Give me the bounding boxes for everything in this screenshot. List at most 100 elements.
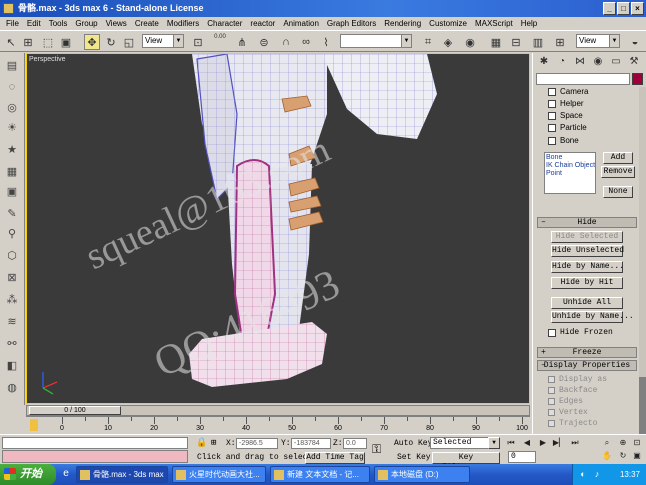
camera-icon[interactable]: ◧ xyxy=(4,357,20,373)
start-button[interactable]: 开始 xyxy=(0,464,56,485)
y-coord-field[interactable]: -183784 xyxy=(291,438,331,449)
display-properties-rollout[interactable]: – Display Properties xyxy=(537,360,637,371)
task-3dsmax[interactable]: 骨骼.max - 3ds max xyxy=(76,466,168,483)
tray-icon[interactable]: ◐ xyxy=(577,468,589,480)
menu-create[interactable]: Create xyxy=(131,17,163,30)
cube-icon[interactable]: ▦ xyxy=(4,163,20,179)
hierarchy-tab-icon[interactable]: ⋈ xyxy=(573,55,587,69)
menu-reactor[interactable]: reactor xyxy=(246,17,279,30)
render-last-icon[interactable]: ▥ xyxy=(530,34,546,50)
modify-tab-icon[interactable]: ◔ xyxy=(555,55,569,69)
menu-edit[interactable]: Edit xyxy=(23,17,45,30)
task-browser[interactable]: 火星时代动画大社... xyxy=(172,466,266,483)
check-space[interactable]: Space xyxy=(548,111,583,120)
check-bone[interactable]: Bone xyxy=(548,136,579,145)
curve-editor-icon[interactable]: ⌗ xyxy=(420,34,436,50)
zoom-icon[interactable]: ⌕ xyxy=(600,437,614,449)
key-filters-button[interactable]: Key Filters... xyxy=(432,452,500,472)
chevron-down-icon[interactable]: ▼ xyxy=(488,437,500,449)
trajectory-check[interactable]: Trajecto xyxy=(548,419,597,428)
checkbox[interactable] xyxy=(548,87,556,96)
move-icon[interactable]: ✥ xyxy=(84,34,100,50)
menu-graph-editors[interactable]: Graph Editors xyxy=(323,17,380,30)
tube-icon[interactable]: ⚲ xyxy=(4,225,20,241)
object-paint-icon[interactable]: ▤ xyxy=(4,57,20,73)
motion-tab-icon[interactable]: ◉ xyxy=(591,55,605,69)
magnet-icon[interactable]: ∩ xyxy=(278,34,294,50)
lock-icon[interactable]: 🔒 xyxy=(196,438,207,448)
select-by-name-icon[interactable]: ⊞ xyxy=(20,34,36,50)
checkbox[interactable] xyxy=(548,420,555,427)
checkbox[interactable] xyxy=(548,111,556,120)
vertex-ticks-check[interactable]: Vertex xyxy=(548,408,588,417)
mirror-icon[interactable]: ⋔ xyxy=(234,34,250,50)
check-camera[interactable]: Camera xyxy=(548,87,588,96)
time-slider-thumb[interactable]: 0 / 100 xyxy=(29,406,121,415)
menu-help[interactable]: Help xyxy=(517,17,541,30)
unhide-by-name-button[interactable]: Unhide by Name... xyxy=(551,311,634,323)
bone-icon[interactable]: ⚯ xyxy=(4,335,20,351)
maximize-viewport-icon[interactable]: ▣ xyxy=(630,450,644,462)
volume-icon[interactable]: ♪ xyxy=(591,468,603,480)
list-item[interactable]: Bone xyxy=(546,154,594,162)
hide-selected-button[interactable]: Hide Selected xyxy=(551,231,623,243)
arc-rotate-icon[interactable]: ↻ xyxy=(616,450,630,462)
window-crossing-icon[interactable]: ▣ xyxy=(58,34,74,50)
region-select-icon[interactable]: ⬚ xyxy=(40,34,56,50)
title-bar[interactable]: 骨骼.max - 3ds max 6 - Stand-alone License… xyxy=(0,0,646,17)
close-button[interactable]: × xyxy=(631,2,644,15)
track-bar[interactable]: 0 10 20 30 40 50 60 70 80 90 100 xyxy=(26,416,530,434)
light-icon[interactable]: ☀ xyxy=(4,119,20,135)
maxscript-listener-input[interactable] xyxy=(2,437,188,449)
align-icon[interactable]: ⊜ xyxy=(256,34,272,50)
hide-by-hit-button[interactable]: Hide by Hit xyxy=(551,277,623,289)
add-time-tag-button[interactable]: Add Time Tag xyxy=(305,452,365,464)
ie-icon[interactable]: e xyxy=(60,468,72,480)
snap-spinner[interactable]: 0.00 xyxy=(212,34,228,41)
scale-icon[interactable]: ◱ xyxy=(121,34,137,50)
rotate-icon[interactable]: ↻ xyxy=(103,34,119,50)
maxscript-output[interactable] xyxy=(2,450,188,463)
brush-icon[interactable]: ✎ xyxy=(4,205,20,221)
go-to-end-icon[interactable]: ⏭ xyxy=(568,437,582,449)
display-tab-icon[interactable]: ▭ xyxy=(609,55,623,69)
display-as-box[interactable]: Display as xyxy=(548,375,607,384)
wave-icon[interactable]: ≋ xyxy=(4,313,20,329)
pan-icon[interactable]: ✋ xyxy=(600,450,614,462)
select-icon[interactable]: ↖ xyxy=(3,34,19,50)
checkbox[interactable] xyxy=(548,328,556,337)
menu-animation[interactable]: Animation xyxy=(279,17,323,30)
clock[interactable]: 13:37 xyxy=(620,464,640,485)
maximize-button[interactable]: □ xyxy=(617,2,630,15)
menu-rendering[interactable]: Rendering xyxy=(380,17,425,30)
list-item[interactable]: Point xyxy=(546,170,594,178)
object-color-swatch[interactable] xyxy=(632,73,643,85)
key-icon[interactable] xyxy=(30,419,38,431)
menu-modifiers[interactable]: Modifiers xyxy=(163,17,203,30)
material-editor-icon[interactable]: ◉ xyxy=(462,34,478,50)
check-hide-frozen[interactable]: Hide Frozen xyxy=(548,328,613,337)
time-slider[interactable]: 0 / 100 xyxy=(26,405,530,416)
unhide-all-button[interactable]: Unhide All xyxy=(551,297,623,309)
checkbox[interactable] xyxy=(548,376,555,383)
object-name-field[interactable] xyxy=(536,73,630,85)
check-helper[interactable]: Helper xyxy=(548,99,584,108)
hide-rollout[interactable]: – Hide xyxy=(537,217,637,228)
go-to-start-icon[interactable]: ⏮ xyxy=(504,437,518,449)
z-coord-field[interactable]: 0.0 xyxy=(343,438,367,449)
checkbox[interactable] xyxy=(548,398,555,405)
next-frame-icon[interactable]: ▶▏ xyxy=(552,437,566,449)
hide-unselected-button[interactable]: Hide Unselected xyxy=(551,245,624,257)
star-icon[interactable]: ★ xyxy=(4,141,20,157)
teapot-icon[interactable]: ◒ xyxy=(627,34,643,50)
hide-by-name-button[interactable]: Hide by Name... xyxy=(551,261,624,273)
menu-group[interactable]: Group xyxy=(71,17,101,30)
menu-customize[interactable]: Customize xyxy=(425,17,471,30)
command-panel-scrollbar[interactable] xyxy=(639,87,646,437)
zoom-all-icon[interactable]: ⊕ xyxy=(616,437,630,449)
freeze-rollout[interactable]: + Freeze xyxy=(537,347,637,358)
menu-maxscript[interactable]: MAXScript xyxy=(471,17,517,30)
checkbox[interactable] xyxy=(548,136,556,145)
render-view-dropdown[interactable]: View ▼ xyxy=(576,34,620,48)
named-selection-dropdown[interactable]: ▼ xyxy=(340,34,412,48)
